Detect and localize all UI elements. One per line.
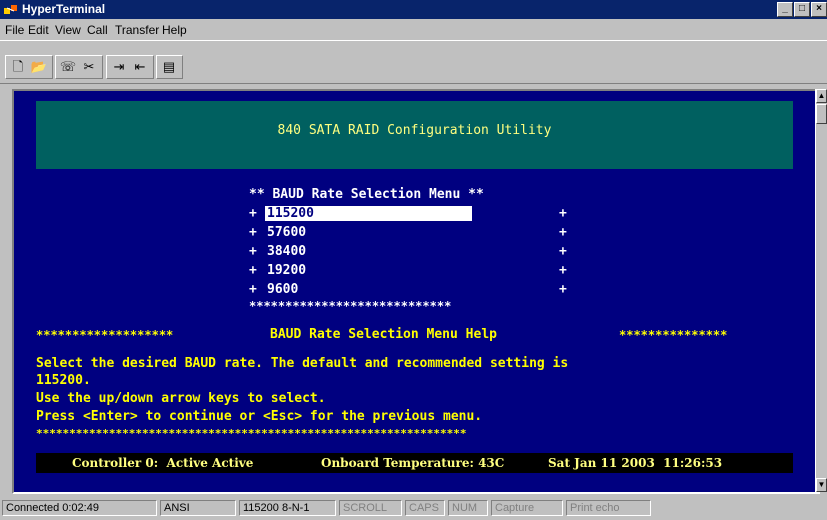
terminal-screen[interactable]: 840 SATA RAID Configuration Utility ** B… bbox=[14, 91, 814, 488]
menu-edit[interactable]: Edit bbox=[28, 23, 49, 37]
menu-border: **************************** bbox=[249, 299, 452, 313]
title-bar: HyperTerminal _ □ × bbox=[0, 0, 827, 19]
menu-bullet: + bbox=[249, 282, 257, 297]
controller-status: Controller 0: Active Active bbox=[72, 456, 254, 470]
toolbar-group-file: 🗋 📂 bbox=[5, 55, 53, 79]
help-text-line2: 115200. bbox=[36, 373, 91, 388]
scroll-indicator: SCROLL bbox=[339, 500, 402, 516]
status-datetime: Sat Jan 11 2003 11:26:53 bbox=[548, 456, 723, 470]
window-title: HyperTerminal bbox=[22, 2, 106, 16]
menu-bar: File Edit View Call Transfer Help bbox=[0, 19, 827, 39]
help-text-line4: Press <Enter> to continue or <Esc> for t… bbox=[36, 409, 483, 424]
capture-indicator: Capture bbox=[491, 500, 563, 516]
menu-bullet: + bbox=[249, 263, 257, 278]
menu-bullet: + bbox=[559, 244, 567, 259]
help-text-line1: Select the desired BAUD rate. The defaul… bbox=[36, 356, 569, 371]
toolbar: 🗋 📂 ☏ ✂ ⇥ ⇤ ▤ bbox=[0, 40, 827, 84]
status-bar: Connected 0:02:49 ANSI 115200 8-N-1 SCRO… bbox=[0, 497, 827, 520]
window-controls: _ □ × bbox=[776, 2, 827, 17]
close-button[interactable]: × bbox=[811, 2, 827, 17]
utility-banner: 840 SATA RAID Configuration Utility bbox=[36, 101, 793, 169]
scroll-thumb[interactable] bbox=[816, 104, 827, 124]
caps-indicator: CAPS bbox=[405, 500, 445, 516]
connection-time: Connected 0:02:49 bbox=[2, 500, 157, 516]
new-icon[interactable]: 🗋 bbox=[8, 58, 28, 76]
menu-file[interactable]: File bbox=[5, 23, 24, 37]
help-stars-right: *************** bbox=[619, 328, 728, 342]
emulation-status: ANSI bbox=[160, 500, 236, 516]
baud-option-115200[interactable]: 115200 bbox=[267, 206, 314, 221]
minimize-button[interactable]: _ bbox=[777, 2, 793, 17]
utility-title: 840 SATA RAID Configuration Utility bbox=[277, 123, 552, 138]
properties-icon[interactable]: ▤ bbox=[159, 58, 179, 76]
baud-option-57600[interactable]: 57600 bbox=[267, 225, 306, 240]
toolbar-group-transfer: ⇥ ⇤ bbox=[106, 55, 154, 79]
onboard-temperature: Onboard Temperature: 43C bbox=[321, 456, 505, 470]
scroll-down-icon[interactable]: ▼ bbox=[816, 478, 827, 492]
menu-title: ** BAUD Rate Selection Menu ** bbox=[249, 187, 484, 202]
baud-option-9600[interactable]: 9600 bbox=[267, 282, 298, 297]
num-indicator: NUM bbox=[448, 500, 488, 516]
menu-bullet: + bbox=[559, 282, 567, 297]
menu-bullet: + bbox=[249, 244, 257, 259]
help-border: ****************************************… bbox=[36, 427, 467, 440]
menu-view[interactable]: View bbox=[55, 23, 81, 37]
disconnect-icon[interactable]: ✂ bbox=[79, 58, 99, 76]
vertical-scrollbar[interactable]: ▲ ▼ bbox=[815, 89, 827, 492]
help-stars-left: ******************* bbox=[36, 328, 174, 342]
help-title: BAUD Rate Selection Menu Help bbox=[270, 327, 497, 342]
send-icon[interactable]: ⇥ bbox=[109, 58, 129, 76]
menu-transfer[interactable]: Transfer bbox=[115, 23, 159, 37]
toolbar-group-properties: ▤ bbox=[156, 55, 183, 79]
menu-bullet: + bbox=[249, 206, 257, 221]
menu-bullet: + bbox=[559, 263, 567, 278]
menu-help[interactable]: Help bbox=[162, 23, 187, 37]
print-echo-indicator: Print echo bbox=[566, 500, 651, 516]
menu-bullet: + bbox=[559, 225, 567, 240]
toolbar-group-call: ☏ ✂ bbox=[55, 55, 103, 79]
connect-icon[interactable]: ☏ bbox=[58, 58, 78, 76]
port-settings: 115200 8-N-1 bbox=[239, 500, 336, 516]
baud-option-19200[interactable]: 19200 bbox=[267, 263, 306, 278]
menu-call[interactable]: Call bbox=[87, 23, 108, 37]
scroll-up-icon[interactable]: ▲ bbox=[816, 89, 827, 103]
help-text-line3: Use the up/down arrow keys to select. bbox=[36, 391, 326, 406]
open-icon[interactable]: 📂 bbox=[29, 58, 49, 76]
hyperterminal-icon bbox=[4, 5, 17, 14]
controller-status-line: Controller 0: Active Active Onboard Temp… bbox=[36, 453, 793, 473]
maximize-button[interactable]: □ bbox=[794, 2, 810, 17]
baud-option-38400[interactable]: 38400 bbox=[267, 244, 306, 259]
menu-bullet: + bbox=[249, 225, 257, 240]
receive-icon[interactable]: ⇤ bbox=[130, 58, 150, 76]
menu-bullet: + bbox=[559, 206, 567, 221]
